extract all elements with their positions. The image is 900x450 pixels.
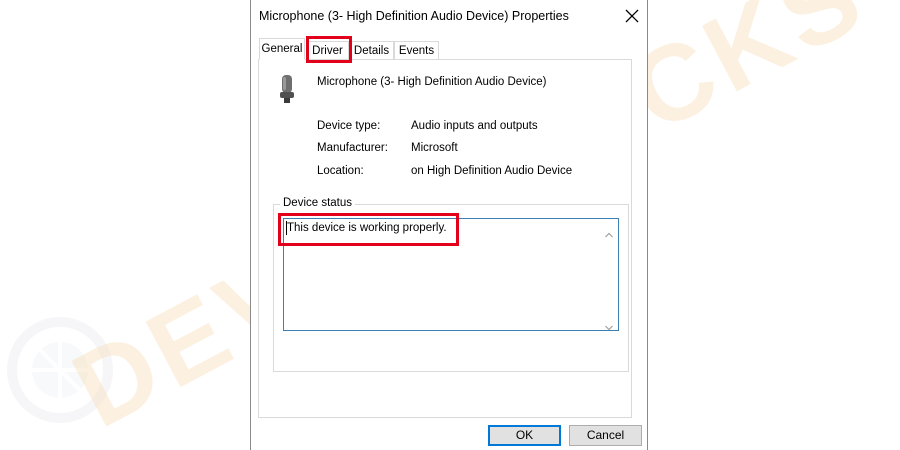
scroll-up-icon[interactable]	[605, 225, 613, 238]
location-value: on High Definition Audio Device	[411, 165, 573, 177]
manufacturer-label: Manufacturer:	[317, 142, 388, 154]
device-type-label: Device type:	[317, 120, 381, 132]
dialog-title: Microphone (3- High Definition Audio Dev…	[259, 9, 569, 23]
device-status-group: Device status This device is working pro…	[273, 197, 629, 372]
device-status-text: This device is working properly.	[287, 222, 447, 234]
close-icon[interactable]	[623, 7, 641, 25]
microphone-icon	[277, 74, 297, 104]
scroll-down-icon[interactable]	[605, 318, 613, 331]
tab-details[interactable]: Details	[349, 41, 394, 59]
ok-button[interactable]: OK	[488, 425, 561, 446]
device-status-textbox[interactable]: This device is working properly.	[283, 218, 619, 331]
title-bar: Microphone (3- High Definition Audio Dev…	[251, 0, 647, 32]
tab-general[interactable]: General	[259, 38, 305, 60]
properties-dialog: Microphone (3- High Definition Audio Dev…	[250, 0, 648, 450]
cancel-button[interactable]: Cancel	[569, 425, 642, 446]
status-scrollbar[interactable]	[601, 220, 617, 331]
device-status-legend: Device status	[280, 197, 356, 209]
tab-driver[interactable]: Driver	[306, 41, 349, 59]
device-type-value: Audio inputs and outputs	[411, 120, 538, 132]
location-label: Location:	[317, 165, 364, 177]
manufacturer-value: Microsoft	[411, 142, 458, 154]
tab-strip: General Driver Details Events	[259, 38, 639, 60]
general-tab-panel: Microphone (3- High Definition Audio Dev…	[258, 59, 632, 418]
device-name: Microphone (3- High Definition Audio Dev…	[317, 76, 547, 88]
tab-events[interactable]: Events	[394, 41, 439, 59]
